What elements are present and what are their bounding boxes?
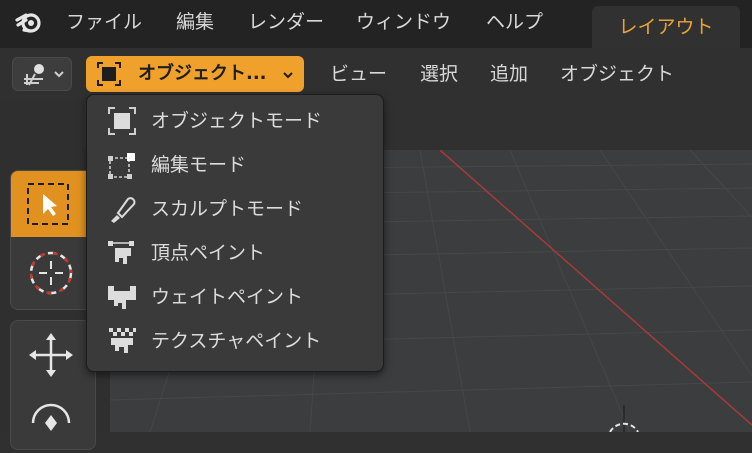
editor-type-selector[interactable] bbox=[12, 57, 72, 91]
mode-dropdown-menu: オブジェクトモード 編集モード スカルプトモード 頂点ペイント ウェイトペイント… bbox=[86, 94, 384, 372]
select-box-icon bbox=[27, 183, 69, 225]
mode-item-label: 編集モード bbox=[151, 154, 247, 176]
vertex-paint-icon bbox=[108, 241, 134, 264]
chevron-down-icon bbox=[54, 71, 64, 78]
cursor-tool[interactable] bbox=[11, 239, 95, 305]
transform-tool-group bbox=[10, 320, 96, 450]
move-icon bbox=[29, 333, 73, 377]
menu-window[interactable]: ウィンドウ bbox=[356, 0, 451, 44]
rotate-tool[interactable] bbox=[11, 387, 95, 453]
mode-item-sculpt[interactable]: スカルプトモード bbox=[87, 187, 383, 231]
workspace-tab-layout[interactable]: レイアウト bbox=[592, 6, 740, 48]
select-box-tool[interactable] bbox=[11, 171, 95, 237]
menu-view[interactable]: ビュー bbox=[330, 56, 387, 92]
mode-item-label: テクスチャペイント bbox=[151, 330, 322, 352]
3d-viewport-icon bbox=[24, 64, 44, 86]
3d-cursor-icon bbox=[29, 251, 73, 295]
mode-item-edit[interactable]: 編集モード bbox=[87, 143, 383, 187]
blender-logo-icon[interactable] bbox=[14, 8, 44, 38]
interaction-mode-selector[interactable]: オブジェクト... bbox=[86, 56, 304, 92]
mode-item-label: 頂点ペイント bbox=[151, 242, 266, 264]
object-mode-icon bbox=[108, 107, 136, 135]
menu-object[interactable]: オブジェクト bbox=[560, 56, 674, 92]
viewport-header: オブジェクト... ビュー 選択 追加 オブジェクト bbox=[0, 48, 752, 100]
menu-help[interactable]: ヘルプ bbox=[486, 0, 543, 44]
mode-item-label: オブジェクトモード bbox=[151, 110, 323, 132]
mode-item-label: スカルプトモード bbox=[151, 198, 304, 220]
texture-paint-icon bbox=[109, 328, 136, 353]
move-tool[interactable] bbox=[11, 321, 95, 387]
mode-item-texture-paint[interactable]: テクスチャペイント bbox=[87, 319, 383, 363]
menu-add[interactable]: 追加 bbox=[490, 56, 528, 92]
menu-render[interactable]: レンダー bbox=[248, 0, 324, 44]
menu-edit[interactable]: 編集 bbox=[176, 0, 214, 44]
rotate-icon bbox=[31, 403, 71, 431]
weight-paint-icon bbox=[108, 286, 136, 309]
sculpt-mode-icon bbox=[111, 197, 136, 223]
top-menu-bar: ファイル 編集 レンダー ウィンドウ ヘルプ レイアウト bbox=[0, 0, 752, 48]
mode-selector-label: オブジェクト... bbox=[138, 63, 267, 84]
menu-file[interactable]: ファイル bbox=[66, 0, 142, 44]
mode-item-vertex-paint[interactable]: 頂点ペイント bbox=[87, 231, 383, 275]
edit-mode-icon bbox=[108, 153, 135, 179]
object-mode-icon bbox=[97, 62, 121, 86]
mode-item-label: ウェイトペイント bbox=[151, 286, 304, 308]
mode-item-object[interactable]: オブジェクトモード bbox=[87, 99, 383, 143]
select-tool-group bbox=[10, 170, 96, 310]
mode-item-weight-paint[interactable]: ウェイトペイント bbox=[87, 275, 383, 319]
menu-select[interactable]: 選択 bbox=[420, 56, 458, 92]
chevron-down-icon bbox=[283, 72, 293, 79]
